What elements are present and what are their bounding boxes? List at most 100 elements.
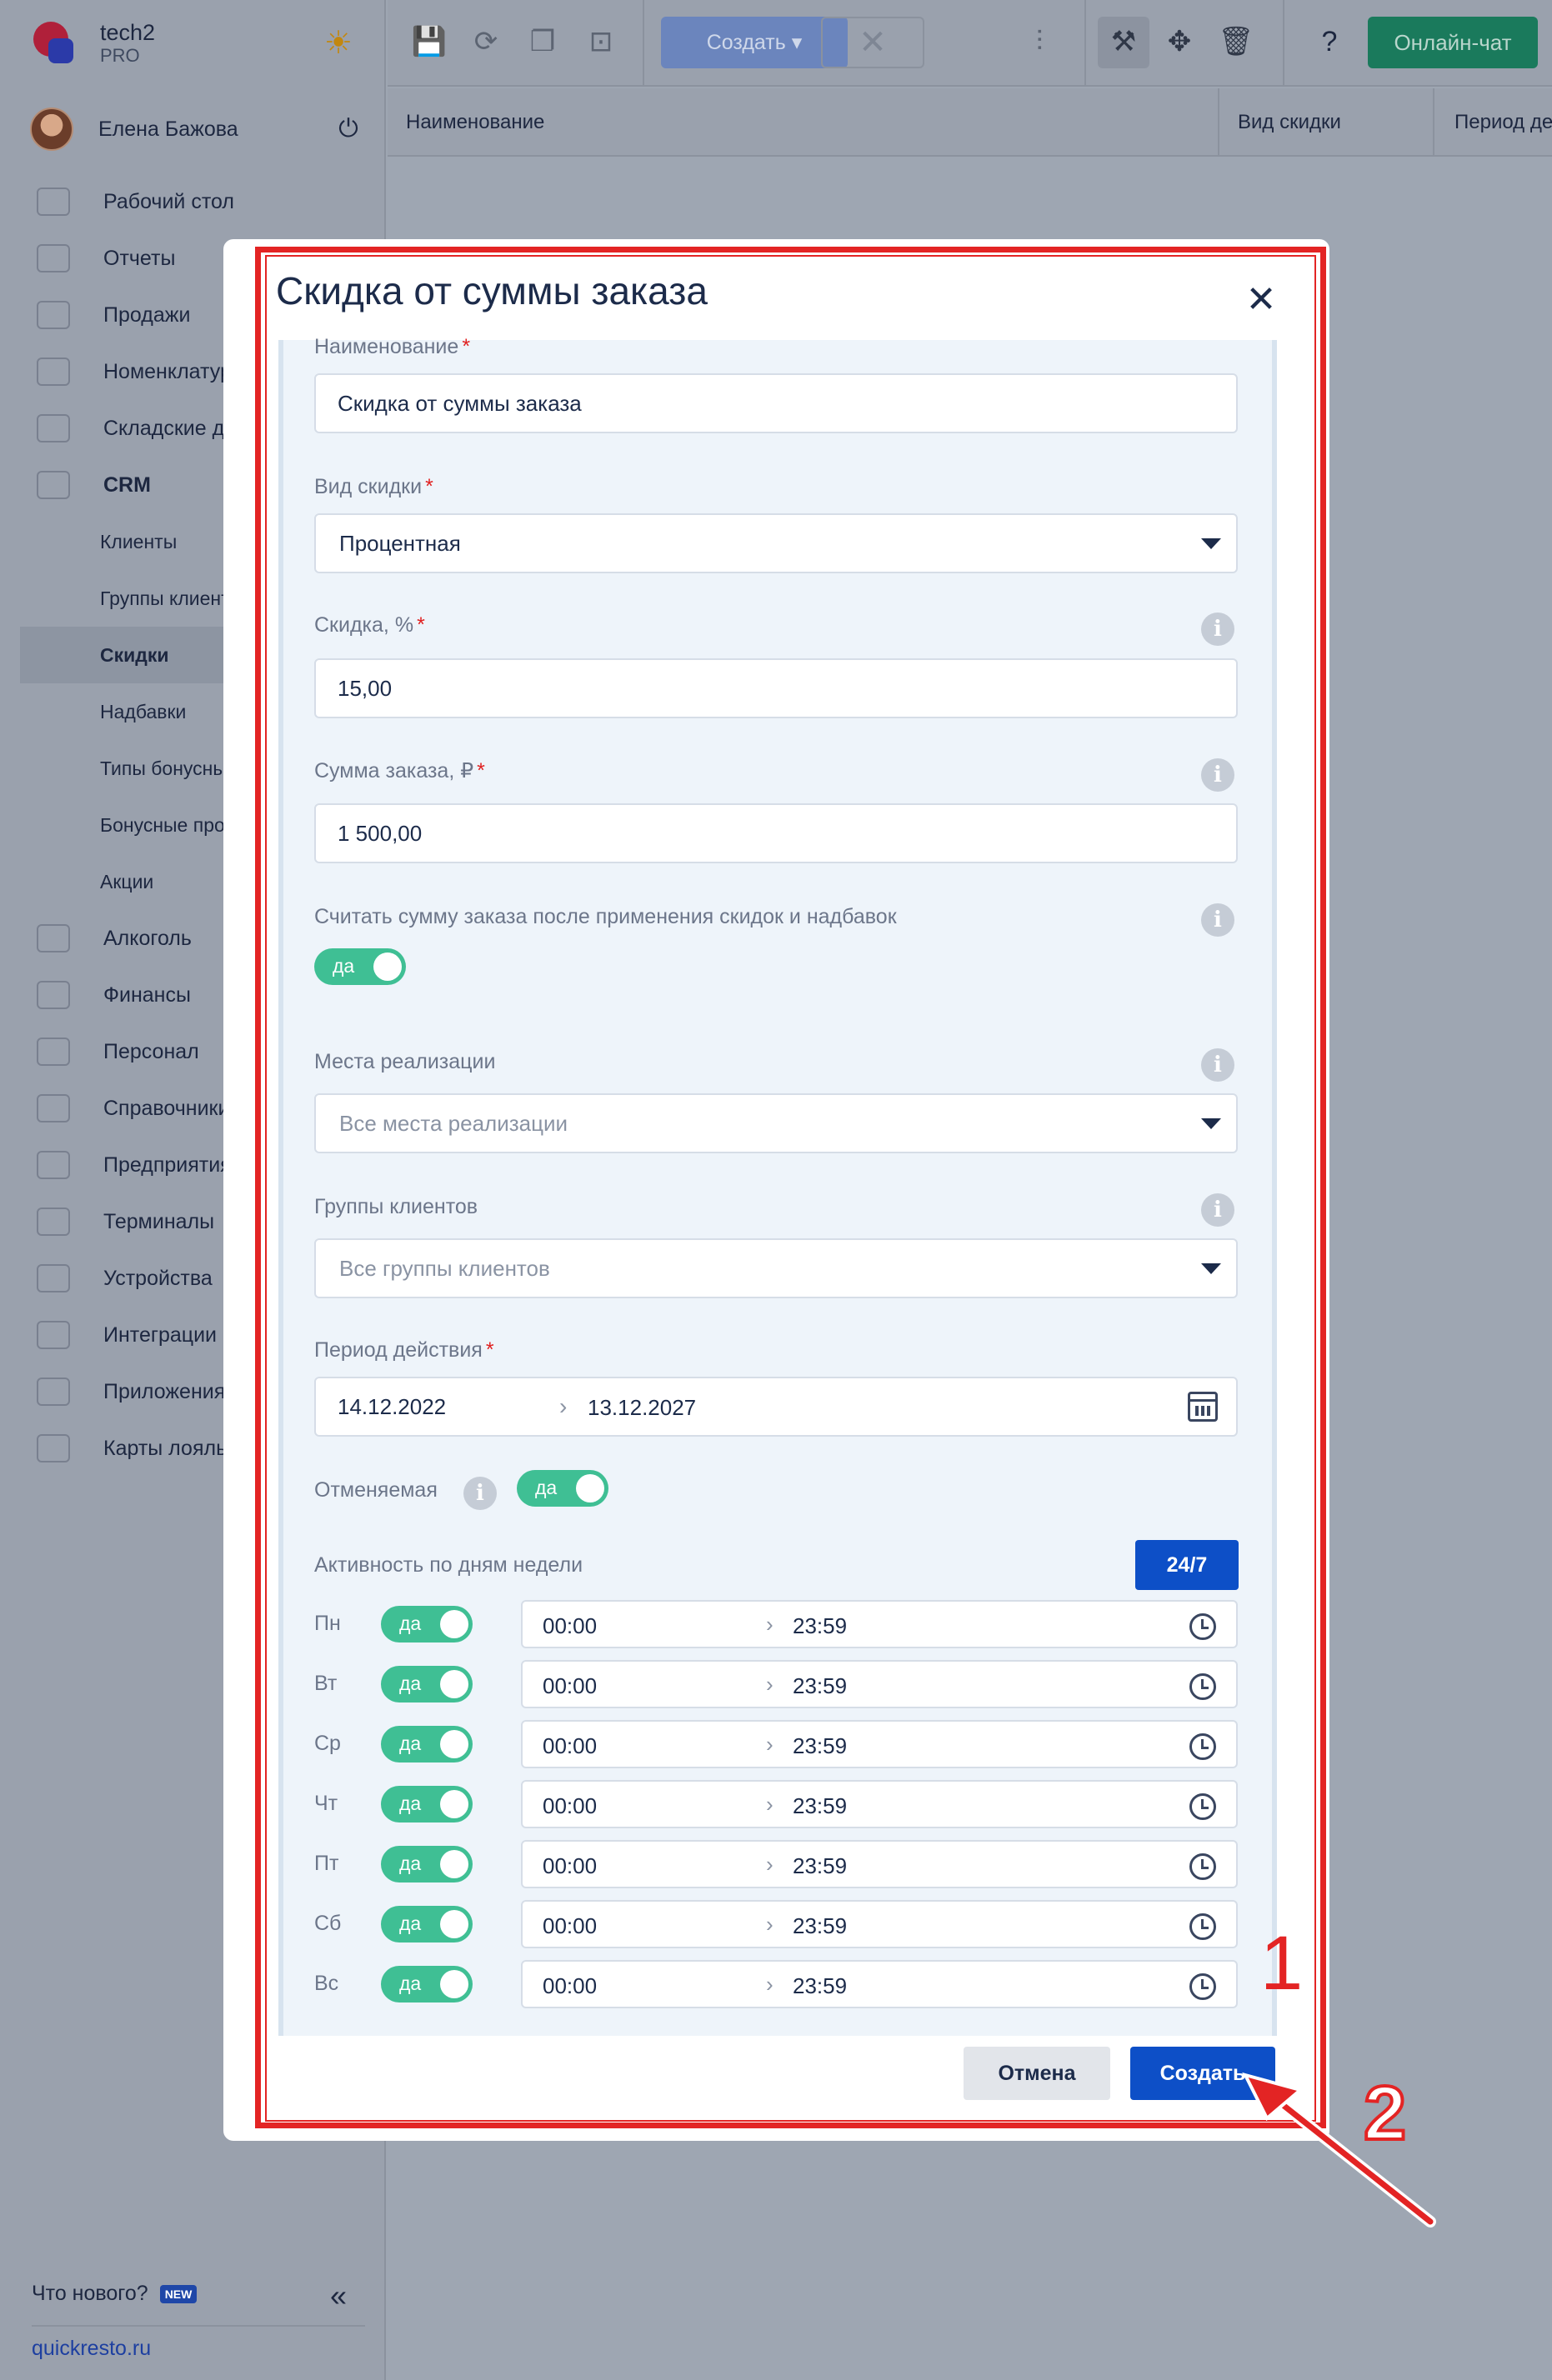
name-label: Наименование * [314, 335, 471, 358]
column-discount-type[interactable]: Вид скидки [1238, 88, 1341, 157]
day-toggle[interactable]: да [381, 1906, 473, 1942]
calendar-icon[interactable] [1188, 1392, 1218, 1422]
day-toggle[interactable]: да [381, 1786, 473, 1822]
create-button-top[interactable]: Создать ▾ [661, 17, 848, 68]
period-to: 13.12.2027 [588, 1395, 697, 1420]
order-sum-input[interactable]: 1 500,00 [314, 803, 1238, 863]
period-from: 14.12.2022 [338, 1393, 447, 1419]
app-icon [37, 1378, 70, 1406]
info-icon[interactable]: i [1201, 1193, 1234, 1227]
sidebar-item-dashboard[interactable]: Рабочий стол [20, 173, 386, 230]
day-toggle[interactable]: да [381, 1726, 473, 1762]
inbox-icon[interactable]: ⊡ [581, 22, 621, 62]
avatar [30, 108, 73, 151]
collapse-sidebar-icon[interactable]: « [330, 2278, 347, 2313]
clock-icon[interactable] [1189, 1793, 1216, 1820]
time-range-input[interactable]: 00:00 › 23:59 [521, 1600, 1238, 1648]
new-badge: NEW [159, 2284, 198, 2303]
terminal-icon [37, 1208, 70, 1236]
clock-icon[interactable] [1189, 1973, 1216, 2000]
day-toggle[interactable]: да [381, 1846, 473, 1882]
day-toggle[interactable]: да [381, 1666, 473, 1702]
time-range-input[interactable]: 00:00 › 23:59 [521, 1780, 1238, 1828]
type-label: Вид скидки * [314, 475, 433, 498]
brand[interactable]: tech2 PRO [30, 18, 155, 68]
reports-icon [37, 244, 70, 272]
time-range-input[interactable]: 00:00 › 23:59 [521, 1960, 1238, 2008]
day-toggle[interactable]: да [381, 1606, 473, 1642]
user-profile[interactable]: Елена Бажова ⏻ [30, 104, 363, 154]
toolbar: 💾 ⟳ ❐ ⊡ Создать ▾ ✕ ⫶ ⚒ ✥ 🗑 ? Онлайн-чат [388, 0, 1552, 87]
book-icon [37, 1094, 70, 1122]
after-discounts-toggle[interactable]: да [314, 948, 406, 985]
trash-icon[interactable]: 🗑 [1216, 22, 1256, 62]
cancel-button[interactable]: Отмена [964, 2047, 1110, 2100]
places-label: Места реализации [314, 1050, 496, 1073]
client-groups-select[interactable]: Все группы клиентов [314, 1238, 1238, 1298]
online-chat-button[interactable]: Онлайн-чат [1368, 17, 1538, 68]
theme-sun-icon[interactable]: ☀ [320, 25, 357, 62]
sliders-icon[interactable]: ⫶ [1019, 22, 1059, 62]
glass-icon [37, 924, 70, 952]
clock-icon[interactable] [1189, 1853, 1216, 1880]
time-range-input[interactable]: 00:00 › 23:59 [521, 1900, 1238, 1948]
whats-new-link[interactable]: Что нового? NEW [32, 2282, 198, 2306]
sum-label: Сумма заказа, ₽ * [314, 759, 485, 782]
app-name: tech2 [100, 20, 156, 46]
info-icon[interactable]: i [1201, 758, 1234, 792]
info-icon[interactable]: i [1201, 1048, 1234, 1082]
app-logo [30, 20, 77, 67]
infinity-icon [37, 1321, 70, 1349]
printer-icon [37, 1264, 70, 1292]
time-range-input[interactable]: 00:00 › 23:59 [521, 1840, 1238, 1888]
discount-input[interactable]: 15,00 [314, 658, 1238, 718]
clock-icon[interactable] [1189, 1913, 1216, 1940]
store-icon [37, 1151, 70, 1179]
info-icon[interactable]: i [1201, 903, 1234, 937]
logout-power-icon[interactable]: ⏻ [333, 114, 363, 144]
box-icon [37, 414, 70, 442]
groups-label: Группы клиентов [314, 1195, 478, 1218]
move-icon[interactable]: ✥ [1159, 22, 1199, 62]
wallet-icon [37, 981, 70, 1009]
copy-icon[interactable]: ❐ [523, 22, 563, 62]
day-toggle[interactable]: да [381, 1966, 473, 2002]
clock-icon[interactable] [1189, 1733, 1216, 1760]
table-header: Наименование Вид скидки Период де [388, 88, 1552, 157]
save-icon[interactable]: 💾 [409, 22, 449, 62]
cancelable-label: Отменяемая [314, 1478, 438, 1502]
chevron-down-icon [1201, 1118, 1221, 1129]
clear-button[interactable]: ✕ [821, 17, 924, 68]
after-discounts-label: Считать сумму заказа после применения ск… [314, 905, 897, 928]
basket-icon [37, 301, 70, 329]
cancelable-toggle[interactable]: да [517, 1470, 608, 1507]
name-input[interactable]: Скидка от суммы заказа [314, 373, 1238, 433]
people-icon [37, 1038, 70, 1066]
user-name: Елена Бажова [98, 117, 238, 141]
day-row-sun: Вс да 00:00 › 23:59 [314, 1960, 1238, 2008]
day-row-thu: Чт да 00:00 › 23:59 [314, 1780, 1238, 1828]
info-icon[interactable]: i [1201, 612, 1234, 646]
refresh-icon[interactable]: ⟳ [466, 22, 506, 62]
places-select[interactable]: Все места реализации [314, 1093, 1238, 1153]
day-row-fri: Пт да 00:00 › 23:59 [314, 1840, 1238, 1888]
site-link[interactable]: quickresto.ru [32, 2337, 151, 2361]
info-icon[interactable]: i [463, 1477, 497, 1510]
clock-icon[interactable] [1189, 1613, 1216, 1640]
tag-icon [37, 358, 70, 386]
column-period[interactable]: Период де [1454, 88, 1552, 157]
all-week-button[interactable]: 24/7 [1135, 1540, 1239, 1590]
discount-type-select[interactable]: Процентная [314, 513, 1238, 573]
time-range-input[interactable]: 00:00 › 23:59 [521, 1660, 1238, 1708]
chevron-down-icon [1201, 538, 1221, 549]
tools-icon[interactable]: ⚒ [1104, 22, 1144, 62]
help-icon[interactable]: ? [1309, 22, 1349, 62]
column-name[interactable]: Наименование [406, 88, 544, 157]
day-row-mon: Пн да 00:00 › 23:59 [314, 1600, 1238, 1648]
time-range-input[interactable]: 00:00 › 23:59 [521, 1720, 1238, 1768]
close-icon[interactable]: ✕ [1244, 282, 1278, 318]
period-input[interactable]: 14.12.2022 › 13.12.2027 [314, 1377, 1238, 1437]
dashboard-icon [37, 188, 70, 216]
weekly-activity-label: Активность по дням недели [314, 1553, 583, 1577]
clock-icon[interactable] [1189, 1673, 1216, 1700]
